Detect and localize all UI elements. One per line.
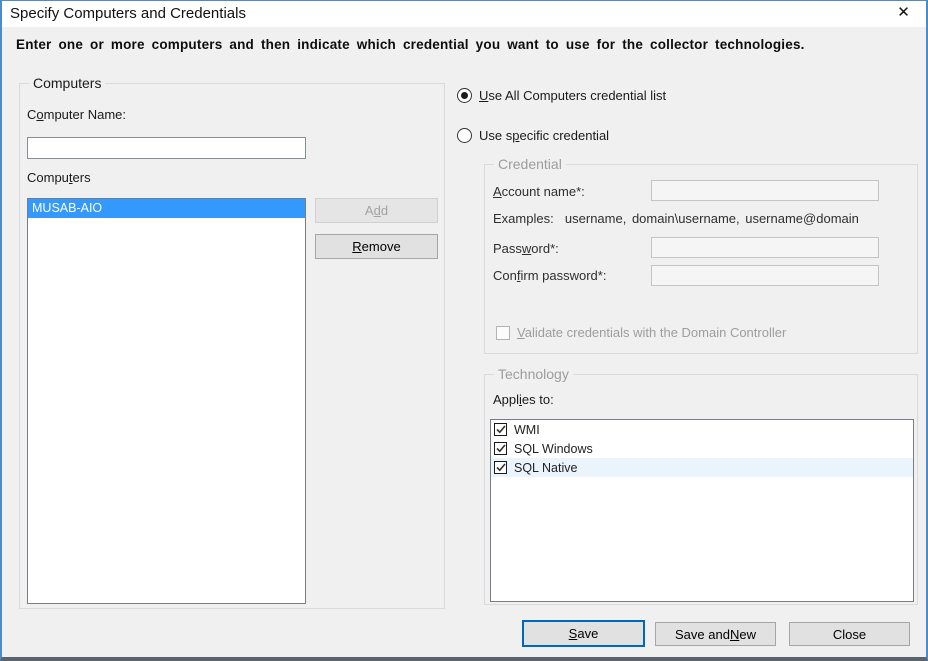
credential-group-title: Credential bbox=[494, 156, 566, 172]
checkbox-checked-icon[interactable] bbox=[494, 461, 507, 474]
password-label: Password*: bbox=[493, 241, 559, 256]
computers-listbox[interactable]: MUSAB-AIO bbox=[27, 198, 306, 604]
validate-credentials-checkbox[interactable]: Validate credentials with the Domain Con… bbox=[496, 325, 786, 340]
radio-use-specific-credential[interactable]: Use specific credential bbox=[457, 128, 609, 143]
validate-credentials-label: Validate credentials with the Domain Con… bbox=[517, 325, 786, 340]
close-button[interactable]: Close bbox=[789, 622, 910, 646]
checkbox-unchecked-icon bbox=[496, 326, 510, 340]
technology-listbox[interactable]: WMI SQL Windows SQL Native bbox=[490, 419, 914, 602]
confirm-password-label: Confirm password*: bbox=[493, 268, 606, 283]
radio-unselected-icon bbox=[457, 128, 472, 143]
account-name-label: Account name*: bbox=[493, 184, 585, 199]
dialog-specify-computers-credentials: Specify Computers and Credentials ✕ Ente… bbox=[0, 0, 928, 661]
window-title: Specify Computers and Credentials bbox=[10, 1, 246, 27]
technology-group-title: Technology bbox=[494, 366, 573, 382]
examples-text: Examples: username, domain\username, use… bbox=[493, 211, 859, 226]
tech-item-wmi[interactable]: WMI bbox=[491, 420, 913, 439]
save-button[interactable]: Save bbox=[522, 620, 645, 647]
checkbox-checked-icon[interactable] bbox=[494, 442, 507, 455]
remove-button[interactable]: Remove bbox=[315, 234, 438, 259]
tech-item-sql-windows[interactable]: SQL Windows bbox=[491, 439, 913, 458]
account-name-input[interactable] bbox=[651, 180, 879, 201]
save-and-new-button[interactable]: Save and New bbox=[655, 622, 776, 646]
computers-group-title: Computers bbox=[29, 75, 105, 91]
radio-selected-icon bbox=[457, 88, 472, 103]
computer-name-label: Computer Name: bbox=[27, 107, 126, 122]
titlebar: Specify Computers and Credentials ✕ bbox=[2, 1, 926, 27]
password-input[interactable] bbox=[651, 237, 879, 258]
list-item-computer[interactable]: MUSAB-AIO bbox=[28, 199, 305, 218]
add-button[interactable]: Add bbox=[315, 198, 438, 223]
radio-use-all-label: Use All Computers credential list bbox=[479, 88, 666, 103]
applies-to-label: Applies to: bbox=[493, 392, 554, 407]
tech-item-sql-native[interactable]: SQL Native bbox=[491, 458, 913, 477]
computers-group: Computers Computer Name: Computers MUSAB… bbox=[19, 83, 445, 609]
close-icon[interactable]: ✕ bbox=[881, 1, 926, 27]
instruction-text: Enter one or more computers and then ind… bbox=[16, 37, 916, 52]
radio-use-all-credential-list[interactable]: Use All Computers credential list bbox=[457, 88, 666, 103]
radio-use-specific-label: Use specific credential bbox=[479, 128, 609, 143]
computers-list-label: Computers bbox=[27, 170, 91, 185]
technology-group: Technology Applies to: WMI SQL Windows S… bbox=[484, 374, 918, 605]
checkbox-checked-icon[interactable] bbox=[494, 423, 507, 436]
confirm-password-input[interactable] bbox=[651, 265, 879, 286]
credential-group: Credential Account name*: Examples: user… bbox=[484, 164, 918, 354]
computer-name-input[interactable] bbox=[27, 137, 306, 159]
